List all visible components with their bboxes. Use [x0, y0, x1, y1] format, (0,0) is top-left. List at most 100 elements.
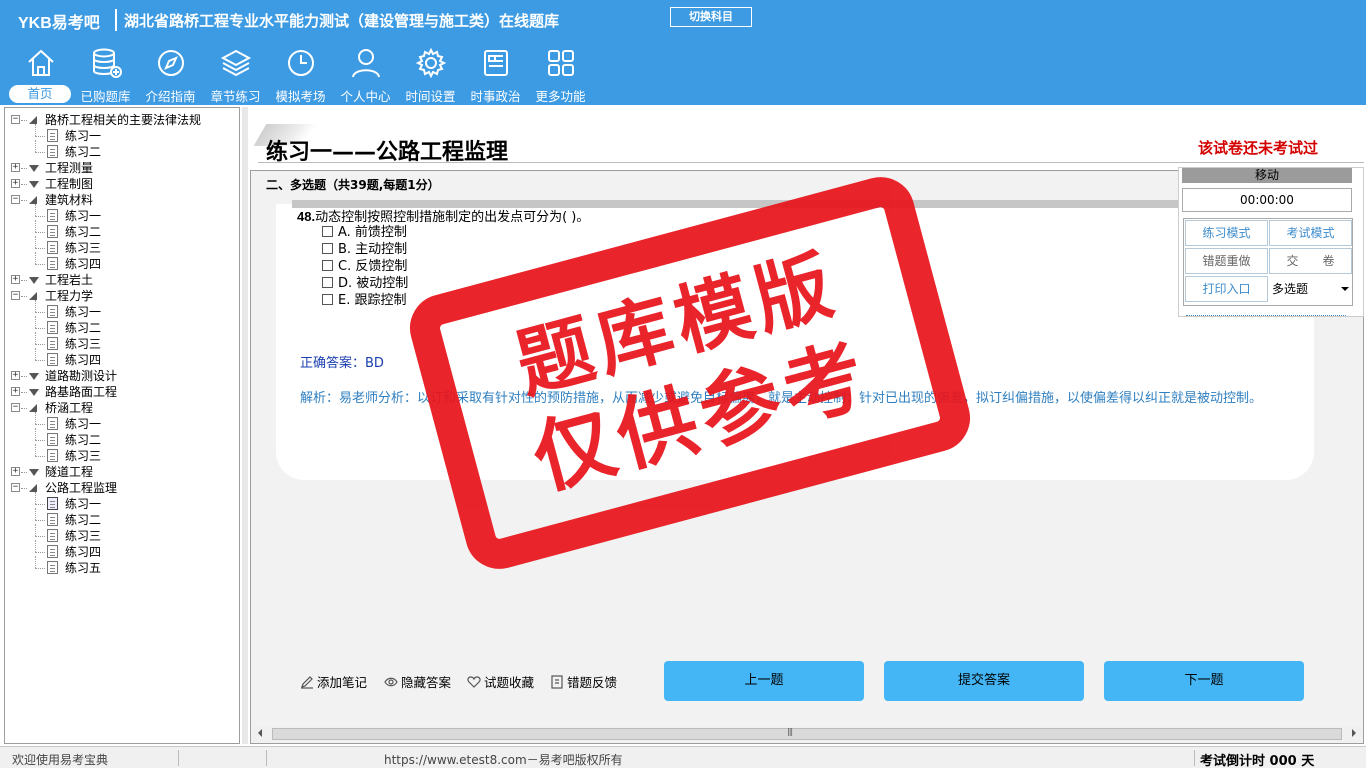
document-icon [47, 529, 58, 542]
tree-exercise[interactable]: 练习四 [65, 256, 101, 272]
panel-resize-handle[interactable] [1186, 310, 1346, 316]
tree-connector [35, 124, 36, 136]
tree-category[interactable]: 工程测量 [45, 160, 93, 176]
nav-more[interactable]: 更多功能 [528, 46, 593, 104]
tree-exercise[interactable]: 练习四 [65, 544, 101, 560]
tree-exercise[interactable]: 练习四 [65, 352, 101, 368]
tree-category[interactable]: 工程岩土 [45, 272, 93, 288]
tree-exercise[interactable]: 练习二 [65, 512, 101, 528]
tree-exercise[interactable]: 练习三 [65, 448, 101, 464]
tree-category[interactable]: 隧道工程 [45, 464, 93, 480]
horizontal-scrollbar[interactable]: ||| [252, 726, 1362, 742]
tree-exercise[interactable]: 练习一 [65, 496, 101, 512]
collapse-toggle[interactable]: − [11, 115, 20, 124]
tree-category[interactable]: 路桥工程相关的主要法律法规 [45, 112, 201, 128]
move-handle[interactable]: 移动 [1182, 168, 1352, 183]
tree-category[interactable]: 工程制图 [45, 176, 93, 192]
tree-connector [21, 184, 27, 185]
checkbox[interactable] [322, 294, 333, 305]
option-c[interactable]: C. 反馈控制 [322, 258, 407, 275]
report-icon [551, 675, 563, 689]
nav-purchased[interactable]: 已购题库 [73, 46, 138, 104]
expand-toggle[interactable]: + [11, 163, 20, 172]
nav-chapter[interactable]: 章节练习 [203, 46, 268, 104]
tree-exercise[interactable]: 练习三 [65, 336, 101, 352]
main-nav: 首页 已购题库 介绍指南 章节练习 模拟考场 个人中心 时间设置 时事政治 更多… [8, 46, 593, 104]
checkbox[interactable] [322, 226, 333, 237]
tree-exercise[interactable]: 练习一 [65, 416, 101, 432]
expand-toggle[interactable]: + [11, 467, 20, 476]
nav-politics[interactable]: 时事政治 [463, 46, 528, 104]
panel-splitter[interactable] [242, 107, 248, 744]
nav-mock-exam[interactable]: 模拟考场 [268, 46, 333, 104]
tree-connector [35, 428, 36, 440]
tree-connector [35, 140, 36, 152]
expand-toggle[interactable]: + [11, 179, 20, 188]
hide-answer-button[interactable]: 隐藏答案 [384, 674, 451, 692]
expand-toggle[interactable]: + [11, 387, 20, 396]
status-divider [266, 750, 267, 766]
folder-closed-icon [29, 165, 39, 172]
scroll-left-arrow[interactable] [258, 729, 262, 737]
option-e[interactable]: E. 跟踪控制 [322, 292, 406, 309]
tree-exercise[interactable]: 练习二 [65, 320, 101, 336]
expand-toggle[interactable]: + [11, 371, 20, 380]
tree-connector [21, 120, 27, 121]
scroll-thumb[interactable] [272, 728, 1342, 740]
tree-exercise[interactable]: 练习一 [65, 128, 101, 144]
correct-answer: 正确答案：BD [300, 356, 384, 371]
tree-category[interactable]: 工程力学 [45, 288, 93, 304]
tree-connector [21, 376, 27, 377]
checkbox[interactable] [322, 277, 333, 288]
tree-exercise[interactable]: 练习一 [65, 208, 101, 224]
folder-open-icon [29, 196, 37, 204]
status-divider [178, 750, 179, 766]
expand-toggle[interactable]: + [11, 275, 20, 284]
tree-exercise[interactable]: 练习二 [65, 144, 101, 160]
tree-exercise[interactable]: 练习一 [65, 304, 101, 320]
tree-connector [35, 536, 45, 537]
tree-exercise[interactable]: 练习二 [65, 432, 101, 448]
option-b[interactable]: B. 主动控制 [322, 241, 407, 258]
prev-question-button[interactable]: 上一题 [664, 661, 864, 701]
report-error-button[interactable]: 错题反馈 [550, 674, 617, 692]
print-button[interactable]: 打印入口 [1185, 276, 1268, 302]
tree-category[interactable]: 路基路面工程 [45, 384, 117, 400]
nav-home[interactable]: 首页 [8, 46, 73, 104]
switch-subject-button[interactable]: 切换科目 [670, 7, 752, 27]
copyright-text: https://www.etest8.com－易考吧版权所有 [384, 753, 623, 767]
nav-guide[interactable]: 介绍指南 [138, 46, 203, 104]
tree-category[interactable]: 建筑材料 [45, 192, 93, 208]
option-d[interactable]: D. 被动控制 [322, 275, 408, 292]
collapse-toggle[interactable]: − [11, 403, 20, 412]
nav-profile[interactable]: 个人中心 [333, 46, 398, 104]
redo-wrong-button[interactable]: 错题重做 [1185, 248, 1268, 274]
tree-connector [35, 312, 45, 313]
collapse-toggle[interactable]: − [11, 483, 20, 492]
checkbox[interactable] [322, 243, 333, 254]
checkbox[interactable] [322, 260, 333, 271]
collapse-toggle[interactable]: − [11, 195, 20, 204]
chapter-tree[interactable]: − 路桥工程相关的主要法律法规 练习一 练习二 + 工程测量 + 工程制图 − 建筑材料 练习一 练习… [4, 107, 240, 744]
option-label: B. 主动控制 [338, 242, 408, 257]
submit-answer-button[interactable]: 提交答案 [884, 661, 1084, 701]
tree-exercise[interactable]: 练习三 [65, 240, 101, 256]
question-type-select[interactable]: 多选题 [1269, 276, 1353, 302]
add-note-button[interactable]: 添加笔记 [300, 674, 367, 692]
nav-time-settings[interactable]: 时间设置 [398, 46, 463, 104]
tree-category[interactable]: 桥涵工程 [45, 400, 93, 416]
practice-mode-button[interactable]: 练习模式 [1185, 220, 1268, 246]
option-a[interactable]: A. 前馈控制 [322, 224, 407, 241]
scroll-right-arrow[interactable] [1352, 729, 1356, 737]
next-question-button[interactable]: 下一题 [1104, 661, 1304, 701]
exam-mode-button[interactable]: 考试模式 [1269, 220, 1352, 246]
tree-exercise[interactable]: 练习五 [65, 560, 101, 576]
folder-closed-icon [29, 373, 39, 380]
tree-category[interactable]: 道路勘测设计 [45, 368, 117, 384]
tree-category[interactable]: 公路工程监理 [45, 480, 117, 496]
tree-exercise[interactable]: 练习二 [65, 224, 101, 240]
favorite-button[interactable]: 试题收藏 [467, 674, 534, 692]
collapse-toggle[interactable]: − [11, 291, 20, 300]
hand-in-button[interactable]: 交 卷 [1269, 248, 1352, 274]
tree-exercise[interactable]: 练习三 [65, 528, 101, 544]
